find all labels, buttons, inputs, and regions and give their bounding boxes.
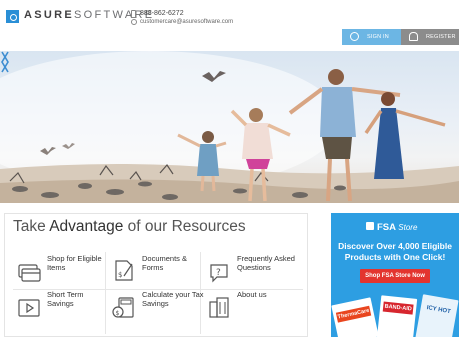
sign-in-button[interactable]: SIGN IN: [342, 29, 401, 45]
fsa-headline: Discover Over 4,000 Eligible Products wi…: [338, 241, 452, 262]
resource-short-term-savings[interactable]: Short Term Savings: [17, 290, 112, 330]
svg-text:$: $: [118, 271, 122, 279]
resource-documents-forms[interactable]: $ Documents & Forms: [112, 254, 207, 294]
building-icon: [209, 297, 229, 318]
question-bubble-icon: ?: [210, 264, 228, 283]
resource-tax-calculator[interactable]: $ Calculate your Tax Savings: [112, 290, 207, 330]
hero-image: [0, 51, 459, 203]
next-slide-arrow[interactable]: [0, 51, 10, 73]
resources-title: Take Advantage of our Resources: [13, 218, 246, 235]
product-icy-hot: ICY HOT: [415, 294, 459, 337]
asure-logo-icon: [6, 10, 19, 23]
register-button[interactable]: REGISTER: [401, 29, 459, 45]
email-icon: [131, 19, 137, 25]
sign-in-label: SIGN IN: [367, 34, 389, 40]
product-band-aid: BAND-AID: [376, 295, 418, 337]
resource-label: About us: [237, 290, 267, 299]
calculator-icon: $: [112, 297, 134, 318]
site-header: ASURESOFTWARE 888-862-6272 customercare@…: [0, 0, 459, 30]
resource-label: Short Term Savings: [47, 290, 84, 308]
resource-label: Frequently Asked Questions: [237, 254, 295, 272]
svg-text:?: ?: [216, 268, 221, 278]
shop-fsa-store-button[interactable]: Shop FSA Store Now: [360, 269, 430, 283]
auth-bar: SIGN IN REGISTER: [342, 29, 459, 45]
check-circle-icon: [350, 32, 359, 41]
resources-panel: Take Advantage of our Resources Shop for…: [4, 213, 308, 337]
product-thermacare: ThermaCare: [331, 297, 379, 337]
user-icon: [409, 32, 418, 41]
video-player-icon: [18, 299, 40, 317]
resource-about-us[interactable]: About us: [207, 290, 302, 330]
resource-label: Shop for Eligible Items: [47, 254, 102, 272]
email-link[interactable]: customercare@asuresoftware.com: [140, 19, 233, 25]
resource-label: Documents & Forms: [142, 254, 188, 272]
resource-shop-eligible-items[interactable]: Shop for Eligible Items: [17, 254, 112, 294]
hero-carousel: [0, 51, 459, 203]
phone-icon: [131, 10, 136, 18]
credit-card-icon: [18, 264, 41, 282]
fsa-store-ad[interactable]: FSA Store Discover Over 4,000 Eligible P…: [331, 213, 459, 337]
svg-text:$: $: [116, 310, 120, 317]
register-label: REGISTER: [426, 34, 456, 40]
resource-label: Calculate your Tax Savings: [142, 290, 204, 308]
phone-number[interactable]: 888-862-6272: [140, 10, 184, 17]
fsa-store-logo: FSA Store: [377, 222, 418, 233]
resource-faq[interactable]: ? Frequently Asked Questions: [207, 254, 302, 294]
document-icon: $: [115, 260, 133, 281]
